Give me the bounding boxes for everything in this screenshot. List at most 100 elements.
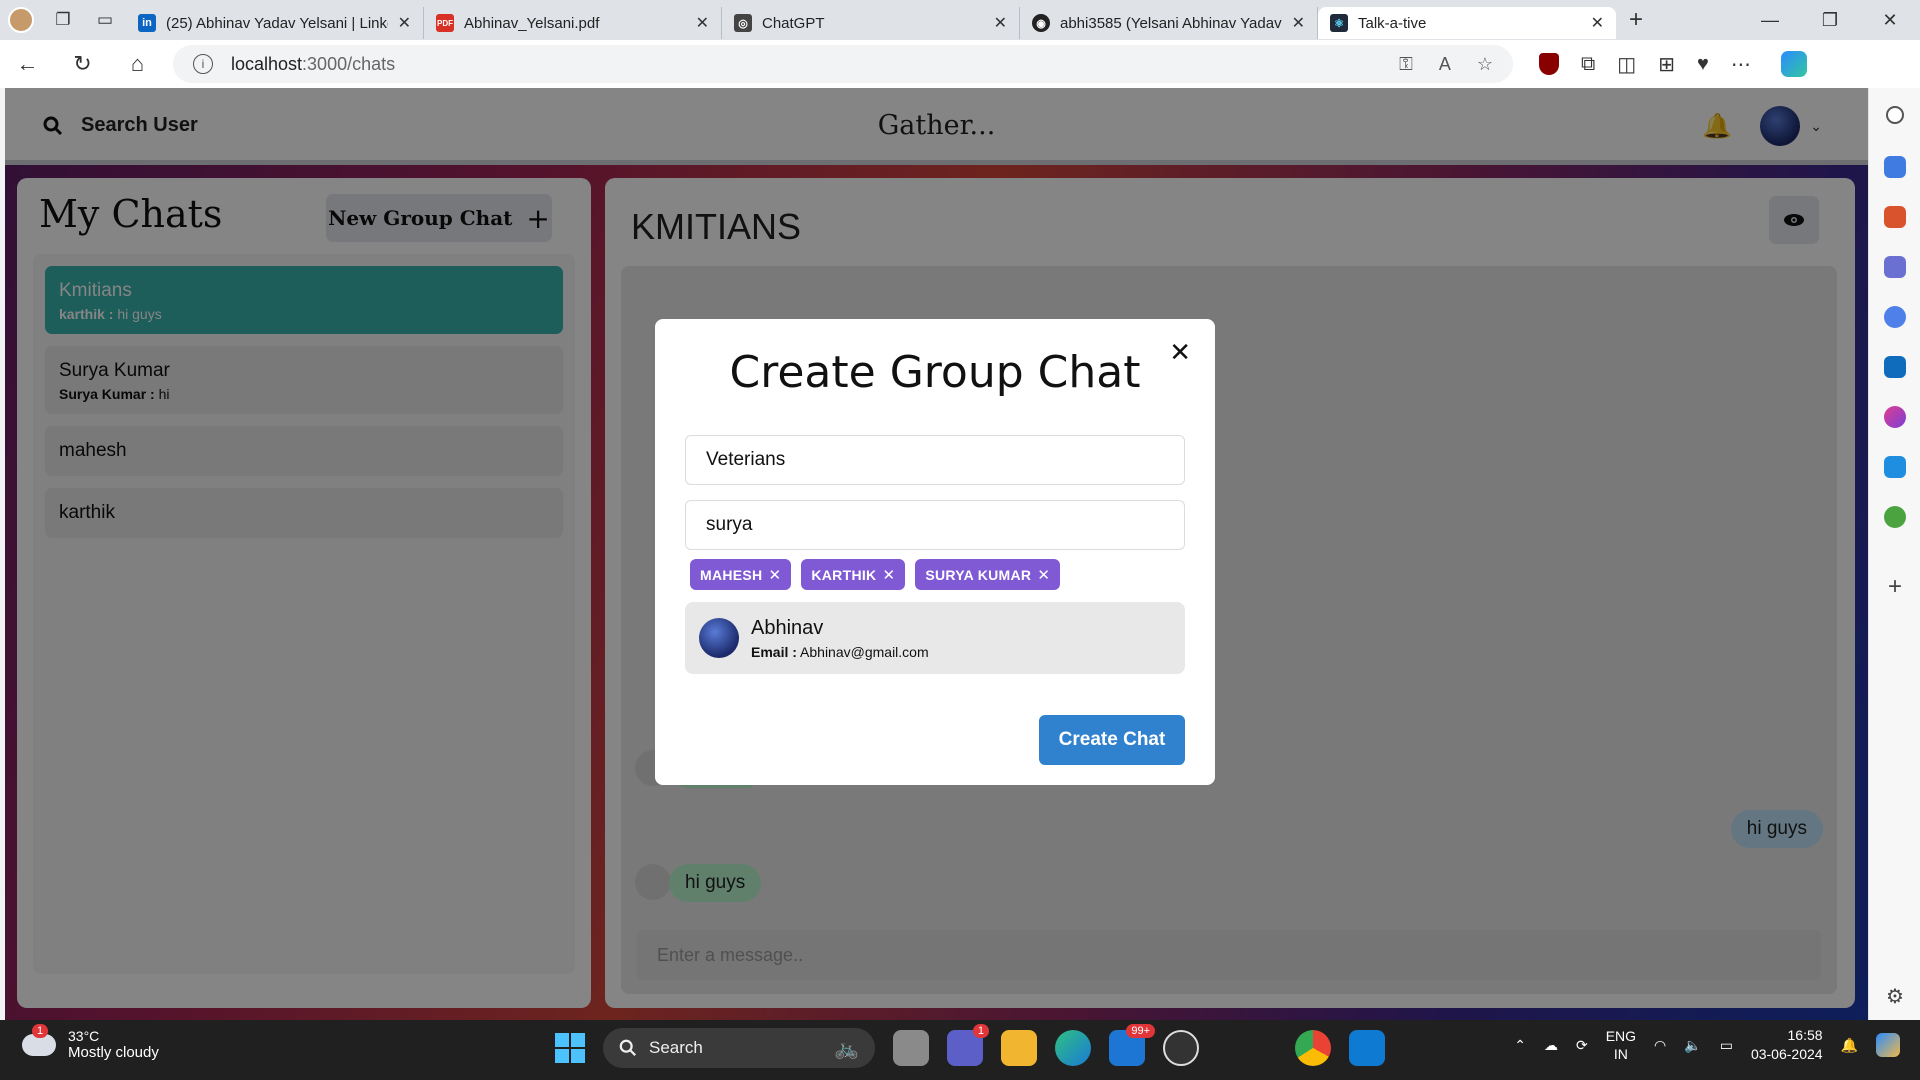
cloud-icon: 1: [22, 1023, 56, 1056]
copilot-icon[interactable]: [1876, 1033, 1900, 1057]
date: 03-06-2024: [1750, 1046, 1823, 1062]
split-screen-icon[interactable]: ◫: [1617, 52, 1636, 77]
sync-icon[interactable]: ⟳: [1576, 1037, 1588, 1054]
windows-taskbar: 1 33°C Mostly cloudy Search 🚲 1 99+ ⌃ ☁ …: [0, 1020, 1920, 1080]
games-icon[interactable]: [1884, 256, 1906, 278]
close-tab-icon[interactable]: ✕: [1292, 13, 1305, 33]
minimize-icon[interactable]: —: [1740, 10, 1800, 31]
url-field[interactable]: i localhost:3000/chats ⚿ A ☆: [173, 45, 1513, 83]
close-tab-icon[interactable]: ✕: [696, 13, 709, 33]
chip-label: KARTHIK: [811, 566, 877, 583]
tab-title: (25) Abhinav Yadav Yelsani | LinkedIn: [166, 14, 388, 32]
close-tab-icon[interactable]: ✕: [398, 13, 411, 33]
shopping-tag-icon[interactable]: [1884, 156, 1906, 178]
search-icon: [619, 1039, 636, 1056]
task-view-icon[interactable]: [893, 1030, 929, 1066]
refresh-icon[interactable]: ↻: [55, 51, 110, 77]
language-indicator[interactable]: ENG IN: [1606, 1027, 1636, 1063]
settings-icon[interactable]: ⚙: [1884, 986, 1906, 1008]
system-tray: ⌃ ☁ ⟳ ENG IN ◠ 🔈 ▭ 16:58 03-06-2024 🔔: [1514, 1026, 1900, 1064]
designer-icon[interactable]: [1884, 406, 1906, 428]
chip-label: SURYA KUMAR: [925, 566, 1032, 583]
close-window-icon[interactable]: ✕: [1860, 10, 1920, 31]
pdf-icon: PDF: [436, 14, 454, 32]
avatar: [699, 618, 739, 658]
user-chip-surya-kumar: SURYA KUMAR ✕: [915, 559, 1061, 590]
volume-icon[interactable]: 🔈: [1684, 1037, 1701, 1054]
tools-icon[interactable]: [1884, 206, 1906, 228]
remove-chip-icon[interactable]: ✕: [768, 566, 781, 584]
collections-icon[interactable]: ⊞: [1658, 52, 1675, 77]
teams-icon[interactable]: 1: [947, 1024, 989, 1066]
notification-bell-icon[interactable]: 🔔: [1841, 1037, 1858, 1054]
tab-talk-a-tive[interactable]: ⚛ Talk-a-tive ✕: [1318, 7, 1616, 39]
taskbar-search[interactable]: Search 🚲: [603, 1028, 875, 1068]
profile-button[interactable]: [0, 0, 42, 40]
key-icon[interactable]: ⚿: [1399, 54, 1413, 75]
close-tab-icon[interactable]: ✕: [994, 13, 1007, 33]
lang-bottom: IN: [1613, 1046, 1628, 1062]
microsoft365-icon[interactable]: [1884, 306, 1906, 328]
home-icon[interactable]: ⌂: [110, 51, 165, 77]
create-chat-button[interactable]: Create Chat: [1039, 715, 1185, 765]
tab-actions-icon[interactable]: ▭: [84, 0, 126, 40]
back-icon[interactable]: ←: [0, 51, 55, 77]
wifi-icon[interactable]: ◠: [1654, 1037, 1666, 1054]
chat-name-value: Veterians: [706, 449, 786, 470]
add-users-value: surya: [706, 514, 753, 535]
github-icon: ◉: [1032, 14, 1050, 32]
tab-title: ChatGPT: [762, 14, 825, 32]
performance-icon[interactable]: ♥: [1697, 53, 1709, 76]
edge-icon[interactable]: [1055, 1030, 1091, 1066]
more-options-icon[interactable]: ⋯: [1731, 52, 1751, 77]
send-icon[interactable]: [1884, 456, 1906, 478]
selected-users: MAHESH ✕ KARTHIK ✕ SURYA KUMAR ✕: [690, 559, 1061, 590]
dell-icon[interactable]: [1163, 1030, 1199, 1066]
clock[interactable]: 16:58 03-06-2024: [1751, 1026, 1823, 1064]
start-icon[interactable]: [555, 1033, 585, 1063]
tab-title: Abhinav_Yelsani.pdf: [464, 14, 600, 32]
ublock-icon[interactable]: [1539, 53, 1559, 75]
site-info-icon[interactable]: i: [193, 54, 213, 74]
add-icon[interactable]: +: [1884, 575, 1906, 599]
copilot-icon[interactable]: [1780, 51, 1807, 77]
extensions-icon[interactable]: ⧉: [1581, 53, 1595, 76]
browser-tab-strip: ❐ ▭ in (25) Abhinav Yadav Yelsani | Link…: [0, 0, 1920, 40]
chat-name-input[interactable]: Veterians: [685, 435, 1185, 485]
add-users-input[interactable]: surya: [685, 500, 1185, 550]
tab-pdf[interactable]: PDF Abhinav_Yelsani.pdf ✕: [424, 7, 722, 39]
email-label: Email :: [751, 643, 797, 660]
read-aloud-icon[interactable]: A: [1439, 54, 1451, 75]
email-value: Abhinav@gmail.com: [800, 643, 929, 660]
file-explorer-icon[interactable]: [1001, 1030, 1037, 1066]
tab-chatgpt[interactable]: ◎ ChatGPT ✕: [722, 7, 1020, 39]
tab-github[interactable]: ◉ abhi3585 (Yelsani Abhinav Yadav) ✕: [1020, 7, 1318, 39]
linkedin-icon: in: [138, 14, 156, 32]
new-tab-button[interactable]: +: [1616, 6, 1656, 34]
vscode-icon[interactable]: [1349, 1030, 1385, 1066]
result-name: Abhinav: [751, 616, 824, 639]
battery-icon[interactable]: ▭: [1720, 1037, 1733, 1054]
tree-icon[interactable]: [1884, 506, 1906, 528]
workspaces-icon[interactable]: ❐: [42, 0, 84, 40]
remove-chip-icon[interactable]: ✕: [882, 566, 895, 584]
taskbar-search-label: Search: [649, 1038, 703, 1057]
favorite-star-icon[interactable]: ☆: [1477, 54, 1493, 75]
chip-label: MAHESH: [700, 566, 763, 583]
close-tab-icon[interactable]: ✕: [1591, 13, 1604, 33]
remove-chip-icon[interactable]: ✕: [1037, 566, 1050, 584]
user-search-result[interactable]: Abhinav Email : Abhinav@gmail.com: [685, 602, 1185, 674]
onedrive-icon[interactable]: ☁: [1544, 1037, 1558, 1054]
outlook-icon[interactable]: [1884, 356, 1906, 378]
profile-avatar: [8, 7, 34, 33]
chrome-icon[interactable]: [1295, 1030, 1331, 1066]
search-icon[interactable]: [1886, 106, 1904, 124]
bicycle-icon: 🚲: [834, 1037, 859, 1060]
chevron-up-icon[interactable]: ⌃: [1514, 1037, 1526, 1054]
restore-icon[interactable]: ❐: [1800, 10, 1860, 31]
weather-widget[interactable]: 1 33°C Mostly cloudy: [22, 1023, 159, 1061]
chatgpt-icon: ◎: [734, 14, 752, 32]
tab-linkedin[interactable]: in (25) Abhinav Yadav Yelsani | LinkedIn…: [126, 7, 424, 39]
mail-icon[interactable]: 99+: [1109, 1024, 1155, 1066]
teams-badge: 1: [972, 1024, 989, 1038]
